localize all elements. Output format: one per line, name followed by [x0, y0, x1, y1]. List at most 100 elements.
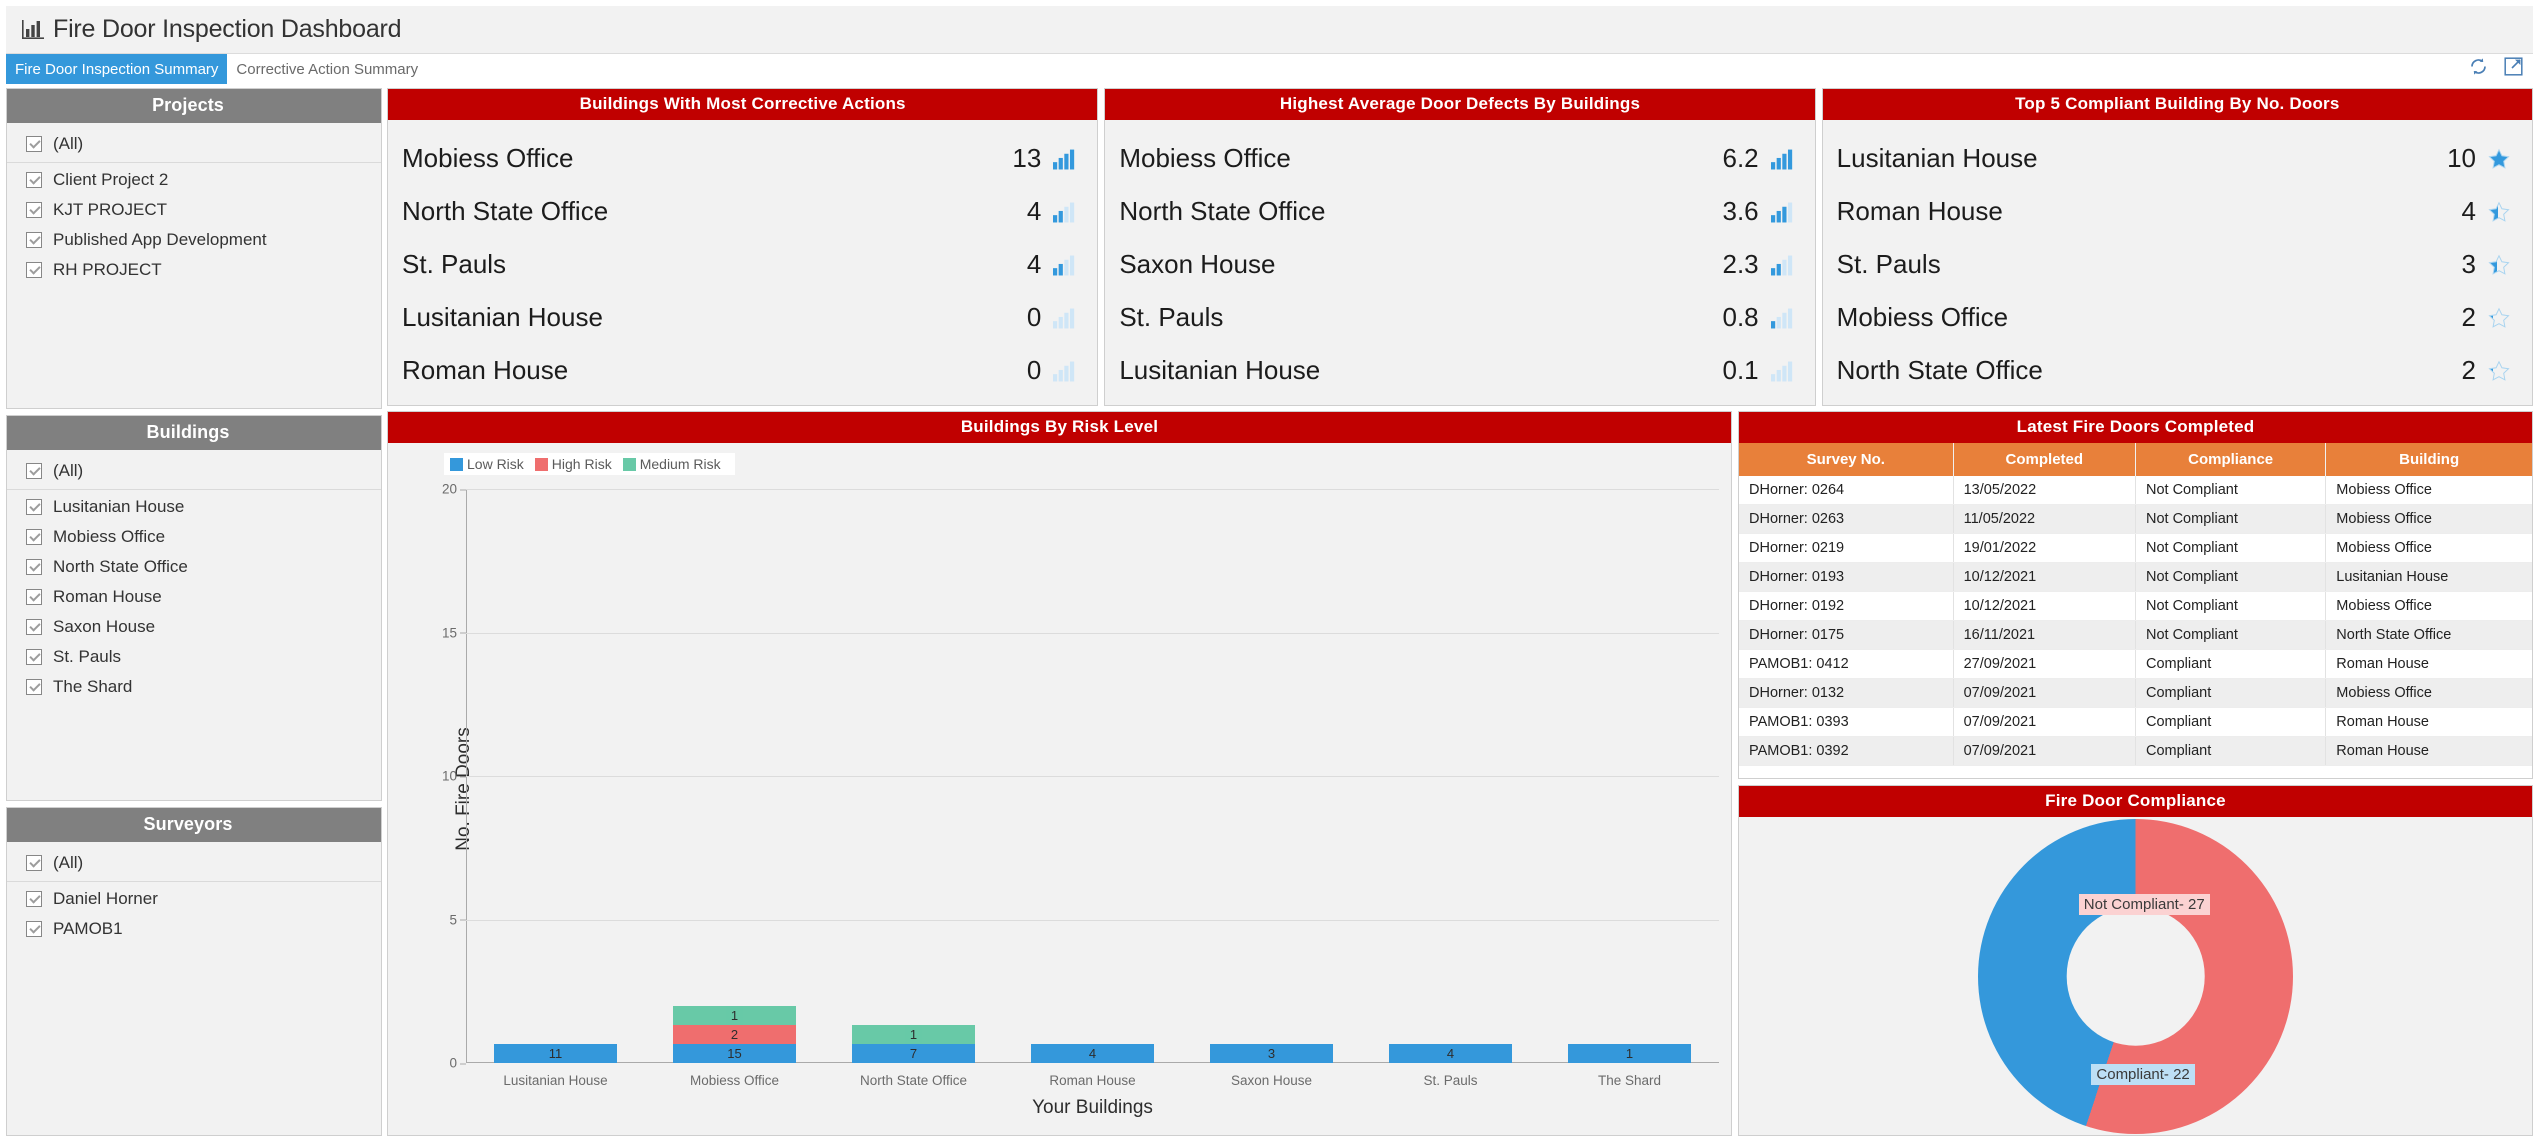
bar-chart-icon — [1053, 308, 1075, 328]
buildings-filter-item[interactable]: Lusitanian House — [7, 492, 381, 522]
table-row[interactable]: DHorner: 0263 11/05/2022 Not Compliant Mobi… — [1739, 504, 2532, 534]
buildings-filter-item[interactable]: Roman House — [7, 582, 381, 612]
bar-chart-icon — [1770, 308, 1792, 328]
legend-item[interactable]: High Risk — [534, 456, 612, 472]
bar-stack[interactable]: 11 — [493, 1044, 618, 1063]
bar-chart[interactable]: Low Risk High Risk Medium Risk No. Fire … — [388, 443, 1731, 1135]
bar-stack[interactable]: 1 — [1567, 1044, 1692, 1063]
table-row[interactable]: DHorner: 0264 13/05/2022 Not Compliant Mobi… — [1739, 476, 2532, 505]
filter-label: Mobiess Office — [53, 526, 166, 546]
legend-item[interactable]: Medium Risk — [622, 456, 721, 472]
fullscreen-icon[interactable] — [2504, 57, 2523, 76]
checkbox-icon[interactable] — [26, 232, 42, 248]
y-axis-tick: 10 — [441, 768, 467, 784]
latest-fire-doors-table: Survey No. Completed Compliance Building… — [1739, 443, 2532, 766]
table-row[interactable]: DHorner: 0219 19/01/2022 Not Compliant Mobi… — [1739, 533, 2532, 563]
bar-segment[interactable]: 7 — [851, 1044, 976, 1063]
column-header-survey-no[interactable]: Survey No. — [1739, 443, 1954, 476]
table-row[interactable]: DHorner: 0192 10/12/2021 Not Compliant Mobi… — [1739, 591, 2532, 621]
bar-stack[interactable]: 4 — [1388, 1044, 1513, 1063]
table-cell: 16/11/2021 — [1953, 620, 2136, 650]
tab-corrective-action-summary[interactable]: Corrective Action Summary — [227, 54, 427, 84]
bar-stack[interactable]: 15 2 1 — [672, 1006, 797, 1063]
projects-filter-item[interactable]: Published App Development — [7, 225, 381, 255]
bar-segment[interactable]: 1 — [851, 1025, 976, 1044]
x-axis-tick-label: Roman House — [1049, 1073, 1136, 1088]
kpi-row[interactable]: St. Pauls 4 — [388, 238, 1097, 291]
kpi-row[interactable]: North State Office 4 — [388, 185, 1097, 238]
table-cell: DHorner: 0263 — [1739, 504, 1954, 534]
table-row[interactable]: PAMOB1: 0392 07/09/2021 Compliant Roman Hou… — [1739, 736, 2532, 766]
bar-segment[interactable]: 4 — [1030, 1044, 1155, 1063]
bar-segment[interactable]: 4 — [1388, 1044, 1513, 1063]
bar-segment[interactable]: 11 — [493, 1044, 618, 1063]
kpi-row[interactable]: St. Pauls 0.8 — [1105, 291, 1814, 344]
bar-segment[interactable]: 2 — [672, 1025, 797, 1044]
buildings-filter-item[interactable]: Mobiess Office — [7, 522, 381, 552]
table-row[interactable]: DHorner: 0132 07/09/2021 Compliant Mobiess … — [1739, 678, 2532, 708]
checkbox-icon[interactable] — [26, 618, 42, 635]
surveyors-filter-item-all[interactable]: (All) — [7, 848, 381, 883]
checkbox-icon[interactable] — [26, 558, 42, 575]
buildings-filter-item-all[interactable]: (All) — [7, 456, 381, 490]
checkbox-icon[interactable] — [26, 678, 42, 695]
tab-fire-door-inspection-summary[interactable]: Fire Door Inspection Summary — [6, 54, 228, 84]
column-header-compliance[interactable]: Compliance — [2135, 443, 2327, 476]
kpi-row[interactable]: St. Pauls 3 — [1823, 238, 2532, 291]
table-row[interactable]: PAMOB1: 0412 27/09/2021 Compliant Roman Hou… — [1739, 649, 2532, 679]
bar-segment[interactable]: 3 — [1209, 1044, 1334, 1063]
table-row[interactable]: DHorner: 0193 10/12/2021 Not Compliant Lusi… — [1739, 562, 2532, 592]
kpi-row[interactable]: Mobiess Office 6.2 — [1105, 132, 1814, 185]
surveyors-filter-item[interactable]: PAMOB1 — [7, 914, 381, 944]
checkbox-icon[interactable] — [26, 262, 42, 278]
column-header-building[interactable]: Building — [2325, 443, 2532, 476]
kpi-row[interactable]: Mobiess Office 13 — [388, 132, 1097, 185]
kpi-row[interactable]: Roman House 0 — [388, 344, 1097, 397]
kpi-row[interactable]: Mobiess Office 2 — [1823, 291, 2532, 344]
checkbox-icon[interactable] — [26, 855, 42, 872]
projects-filter-item[interactable]: RH PROJECT — [7, 255, 381, 285]
table-cell: Roman House — [2325, 736, 2532, 766]
projects-filter-item[interactable]: Client Project 2 — [7, 165, 381, 195]
kpi-row[interactable]: North State Office 2 — [1823, 344, 2532, 397]
kpi-row[interactable]: Lusitanian House 10 — [1823, 132, 2532, 185]
x-axis-title: Your Buildings — [1032, 1097, 1153, 1118]
checkbox-icon[interactable] — [26, 172, 42, 188]
checkbox-icon[interactable] — [26, 462, 42, 479]
checkbox-icon[interactable] — [26, 136, 42, 152]
kpi-row[interactable]: North State Office 3.6 — [1105, 185, 1814, 238]
column-header-completed[interactable]: Completed — [1953, 443, 2136, 476]
checkbox-icon[interactable] — [26, 528, 42, 545]
projects-filter-item-all[interactable]: (All) — [7, 129, 381, 163]
table-cell: DHorner: 0132 — [1739, 678, 1954, 708]
kpi-card-title: Top 5 Compliant Building By No. Doors — [1822, 89, 2532, 120]
legend-item[interactable]: Low Risk — [450, 456, 524, 472]
surveyors-filter-item[interactable]: Daniel Horner — [7, 884, 381, 914]
table-row[interactable]: DHorner: 0175 16/11/2021 Not Compliant Nort… — [1739, 620, 2532, 650]
buildings-filter-item[interactable]: The Shard — [7, 672, 381, 702]
bar-stack[interactable]: 3 — [1209, 1044, 1334, 1063]
checkbox-icon[interactable] — [26, 921, 42, 938]
buildings-filter-item[interactable]: St. Pauls — [7, 642, 381, 672]
kpi-row[interactable]: Roman House 4 — [1823, 185, 2532, 238]
table-row[interactable]: PAMOB1: 0393 07/09/2021 Compliant Roman Hou… — [1739, 707, 2532, 737]
checkbox-icon[interactable] — [26, 498, 42, 515]
donut-chart[interactable]: Not Compliant- 27 Compliant- 22 — [1739, 817, 2532, 1135]
bar-segment[interactable]: 1 — [1567, 1044, 1692, 1063]
checkbox-icon[interactable] — [26, 202, 42, 218]
projects-filter-item[interactable]: KJT PROJECT — [7, 195, 381, 225]
kpi-row[interactable]: Lusitanian House 0.1 — [1105, 344, 1814, 397]
kpi-row[interactable]: Saxon House 2.3 — [1105, 238, 1814, 291]
bar-stack[interactable]: 7 1 — [851, 1025, 976, 1063]
buildings-filter-item[interactable]: North State Office — [7, 552, 381, 582]
bar-segment[interactable]: 15 — [672, 1044, 797, 1063]
kpi-row[interactable]: Lusitanian House 0 — [388, 291, 1097, 344]
checkbox-icon[interactable] — [26, 588, 42, 605]
buildings-filter-item[interactable]: Saxon House — [7, 612, 381, 642]
checkbox-icon[interactable] — [26, 648, 42, 665]
refresh-icon[interactable] — [2469, 57, 2488, 76]
kpi-card-title: Highest Average Door Defects By Building… — [1105, 89, 1815, 120]
checkbox-icon[interactable] — [26, 891, 42, 908]
bar-segment[interactable]: 1 — [672, 1006, 797, 1025]
bar-stack[interactable]: 4 — [1030, 1044, 1155, 1063]
